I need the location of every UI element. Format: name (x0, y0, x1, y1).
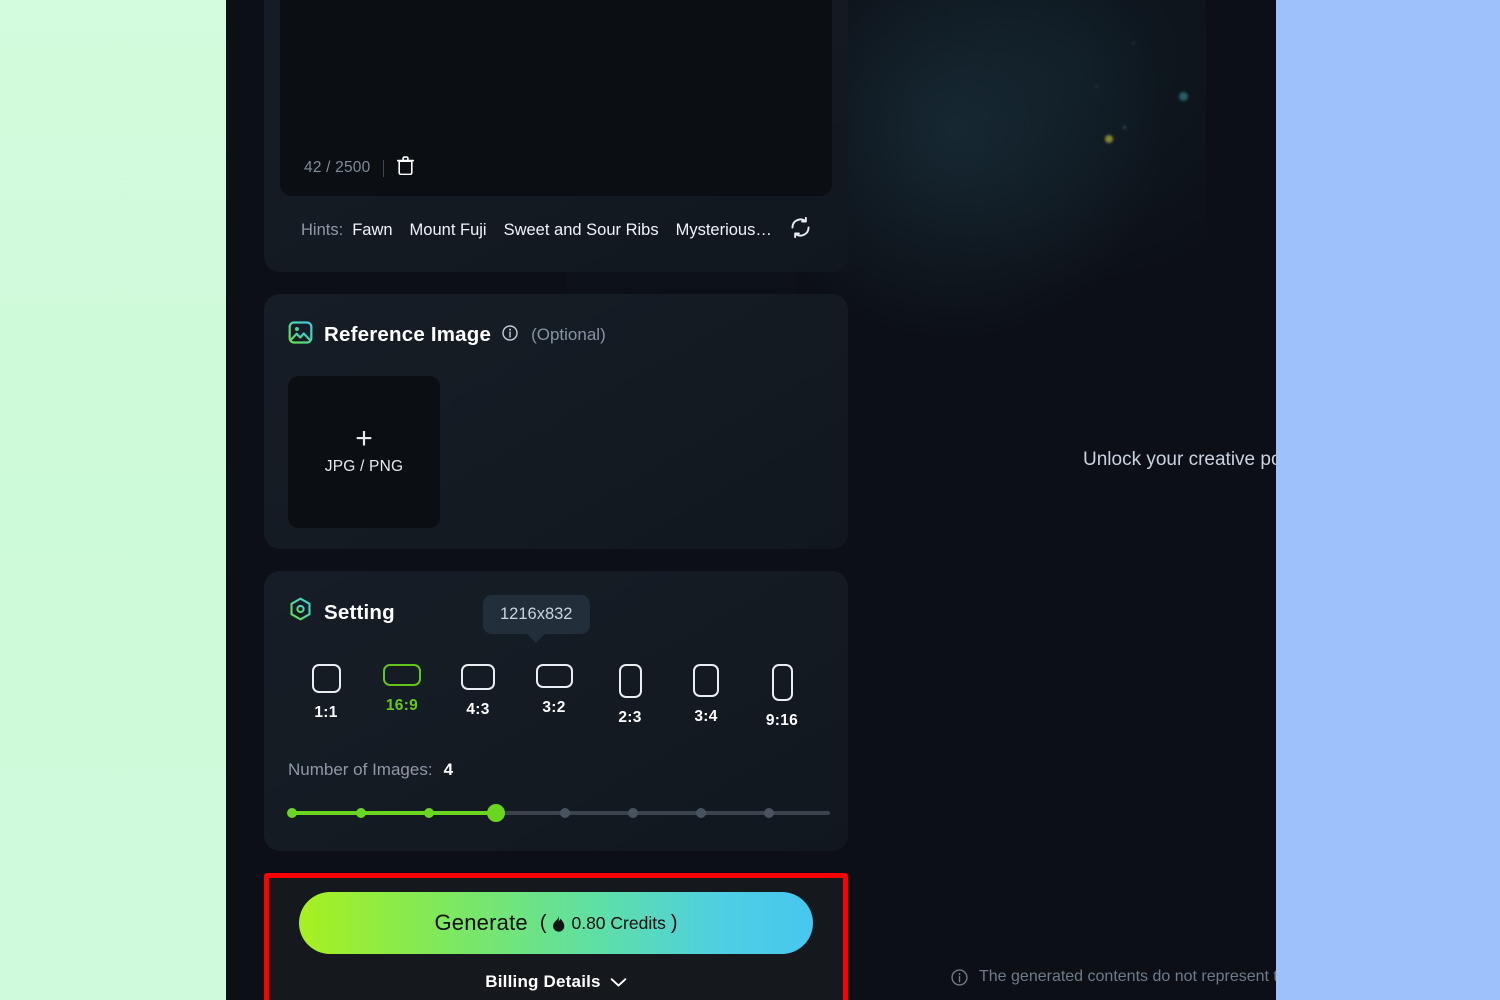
hint-chip-3[interactable]: Mysterious… (676, 221, 772, 240)
hexagon-settings-icon (288, 597, 313, 628)
prompt-card: 2 con gấu trúc đang vui đùa trong khu vư… (264, 0, 848, 272)
background-spark-dot (1095, 85, 1098, 88)
aspect-ratio-shape (771, 664, 793, 701)
aspect-ratio-option-1-1[interactable]: 1:1 (288, 664, 364, 730)
disclaimer-row: The generated contents do not represent … (951, 968, 1276, 986)
aspect-ratio-option-3-2[interactable]: 3:2 (516, 664, 592, 730)
generate-button[interactable]: Generate ( 0.80 Credits ) (299, 892, 813, 954)
chevron-down-icon (610, 977, 627, 988)
refresh-icon[interactable] (789, 216, 812, 244)
number-of-images-label: Number of Images: (288, 760, 433, 779)
slider-tick-3[interactable] (424, 808, 434, 818)
background-spark-dot (1179, 92, 1188, 101)
right-page-gutter (1276, 0, 1500, 1000)
slider-tick-8[interactable] (764, 808, 774, 818)
background-spark-dot (1105, 135, 1113, 143)
aspect-ratio-label: 16:9 (385, 697, 419, 714)
reference-image-header: Reference Image (Optional) (288, 320, 848, 350)
aspect-ratio-option-9-16[interactable]: 9:16 (744, 664, 820, 730)
generate-cost: 0.80 Credits (571, 912, 666, 933)
aspect-ratio-label: 3:2 (542, 699, 566, 716)
billing-details-label: Billing Details (485, 972, 601, 991)
slider-thumb[interactable] (487, 804, 505, 822)
prompt-footer: 42 / 2500 (304, 156, 415, 180)
aspect-ratio-selector: 1:1 16:9 4:3 3:2 2:3 3:4 9:16 (288, 664, 848, 730)
slider-tick-7[interactable] (696, 808, 706, 818)
picture-icon (288, 320, 313, 350)
upload-reference-image-button[interactable]: + JPG / PNG (288, 376, 440, 528)
background-spark-dot (1123, 126, 1126, 129)
aspect-ratio-option-2-3[interactable]: 2:3 (592, 664, 668, 730)
close-paren: ) (670, 911, 678, 934)
footer-divider (383, 159, 385, 177)
hints-row: Hints: Fawn Mount Fuji Sweet and Sour Ri… (301, 216, 832, 244)
aspect-ratio-label: 9:16 (765, 712, 799, 729)
aspect-ratio-label: 3:4 (694, 708, 718, 725)
generate-highlight-region: Generate ( 0.80 Credits ) Billing Detail… (264, 873, 848, 1000)
aspect-ratio-option-4-3[interactable]: 4:3 (440, 664, 516, 730)
generation-sidebar: 2 con gấu trúc đang vui đùa trong khu vư… (264, 0, 848, 1000)
character-counter: 42 / 2500 (304, 159, 371, 176)
app-viewport: 2 con gấu trúc đang vui đùa trong khu vư… (226, 0, 1276, 1000)
background-glow-decoration (786, 0, 1206, 360)
info-circle-icon (951, 968, 968, 986)
slider-tick-1[interactable] (287, 808, 297, 818)
hint-chip-0[interactable]: Fawn (352, 221, 392, 240)
aspect-ratio-shape (461, 664, 495, 690)
slider-tick-2[interactable] (356, 808, 366, 818)
size-tooltip: 1216x832 (483, 595, 590, 634)
hint-chip-1[interactable]: Mount Fuji (410, 221, 487, 240)
billing-details-toggle[interactable]: Billing Details (299, 972, 813, 992)
aspect-ratio-shape (693, 664, 719, 697)
left-page-gutter (0, 0, 226, 1000)
optional-label: (Optional) (531, 325, 606, 344)
slider-fill (288, 811, 496, 815)
number-of-images-value: 4 (443, 760, 454, 779)
disclaimer-text: The generated contents do not represent … (979, 968, 1276, 985)
setting-card: Setting 1216x832 1:1 16:9 4:3 3:2 2:3 3:… (264, 571, 848, 851)
slider-tick-5[interactable] (560, 808, 570, 818)
plus-icon: + (355, 422, 373, 455)
slider-tick-6[interactable] (628, 808, 638, 818)
aspect-ratio-shape (618, 664, 642, 698)
reference-image-card: Reference Image (Optional) + JPG / PNG (264, 294, 848, 549)
setting-title: Setting (324, 600, 395, 624)
aspect-ratio-shape (311, 664, 341, 693)
aspect-ratio-label: 2:3 (618, 709, 642, 726)
background-spark-dot (1132, 42, 1135, 45)
aspect-ratio-label: 1:1 (314, 704, 338, 721)
info-circle-icon[interactable] (502, 324, 518, 346)
aspect-ratio-label: 4:3 (466, 701, 490, 718)
hint-chip-2[interactable]: Sweet and Sour Ribs (504, 221, 659, 240)
prompt-input-box[interactable]: 2 con gấu trúc đang vui đùa trong khu vư… (280, 0, 832, 196)
aspect-ratio-option-3-4[interactable]: 3:4 (668, 664, 744, 730)
upload-formats-label: JPG / PNG (324, 458, 404, 475)
number-of-images-row: Number of Images: 4 (288, 760, 848, 780)
number-of-images-slider[interactable] (287, 804, 830, 822)
hints-label: Hints: (301, 220, 344, 239)
open-paren: ( (539, 911, 547, 934)
aspect-ratio-shape (535, 664, 573, 688)
generate-cost-group: ( 0.80 Credits ) (540, 912, 678, 935)
flame-icon (551, 914, 566, 932)
generate-label: Generate (434, 910, 528, 935)
marketing-headline: Unlock your creative pot (1083, 449, 1276, 470)
aspect-ratio-option-16-9[interactable]: 16:9 (364, 664, 440, 730)
trash-icon[interactable] (397, 156, 415, 180)
aspect-ratio-shape (383, 664, 421, 686)
reference-image-title: Reference Image (324, 323, 492, 346)
